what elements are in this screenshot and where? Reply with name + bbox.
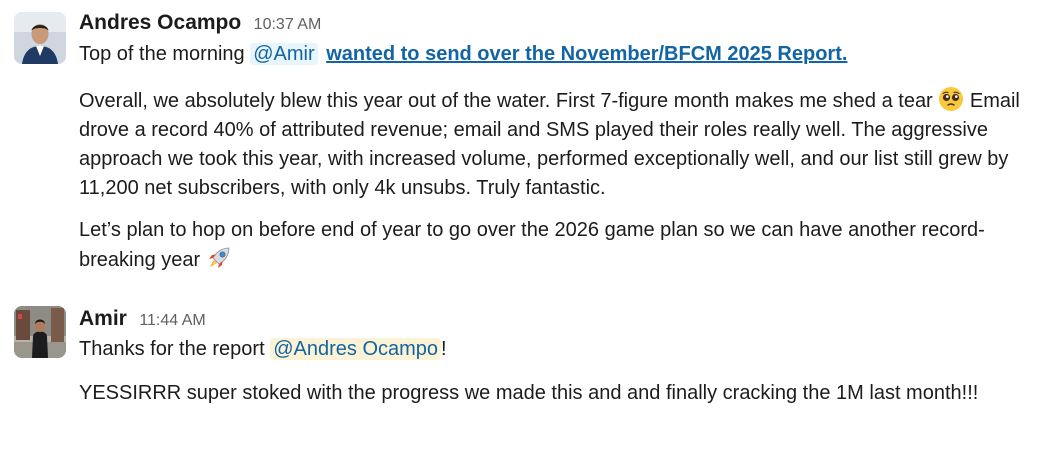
message-paragraph: Let’s plan to hop on before end of year … xyxy=(79,216,1040,275)
avatar-andres[interactable] xyxy=(14,12,66,64)
message-text: YESSIRRR super stoked with the progress … xyxy=(79,382,979,404)
profile-photo-amir xyxy=(14,306,66,358)
rocket-emoji[interactable] xyxy=(206,245,232,271)
message-timestamp[interactable]: 10:37 AM xyxy=(254,16,322,33)
message-content: Andres Ocampo 10:37 AM Top of the mornin… xyxy=(79,0,1040,275)
message-text: ! xyxy=(441,338,447,360)
message-paragraph: Overall, we absolutely blew this year ou… xyxy=(79,86,1040,203)
user-mention[interactable]: @Amir xyxy=(250,43,318,65)
profile-photo-andres xyxy=(14,12,66,64)
sender-name[interactable]: Andres Ocampo xyxy=(79,11,241,34)
message-header: Andres Ocampo 10:37 AM xyxy=(79,10,1040,36)
pleading-face-emoji[interactable] xyxy=(938,86,964,112)
message-header: Amir 11:44 AM xyxy=(79,306,1040,332)
message-line: Top of the morning @Amir wanted to send … xyxy=(79,40,1040,69)
message-text: Top of the morning xyxy=(79,43,245,65)
message-amir: Amir 11:44 AM Thanks for the report @And… xyxy=(0,292,1050,450)
sender-name[interactable]: Amir xyxy=(79,307,127,330)
message-content: Amir 11:44 AM Thanks for the report @And… xyxy=(79,292,1040,408)
message-andres: Andres Ocampo 10:37 AM Top of the mornin… xyxy=(0,0,1050,290)
message-line: Thanks for the report @Andres Ocampo! xyxy=(79,335,1040,364)
avatar-amir[interactable] xyxy=(14,306,66,358)
user-mention[interactable]: @Andres Ocampo xyxy=(270,338,442,360)
message-text: Thanks for the report xyxy=(79,338,265,360)
message-text: Overall, we absolutely blew this year ou… xyxy=(79,90,933,112)
message-timestamp[interactable]: 11:44 AM xyxy=(139,312,205,329)
report-link[interactable]: wanted to send over the November/BFCM 20… xyxy=(326,43,847,65)
message-paragraph: YESSIRRR super stoked with the progress … xyxy=(79,379,1040,408)
